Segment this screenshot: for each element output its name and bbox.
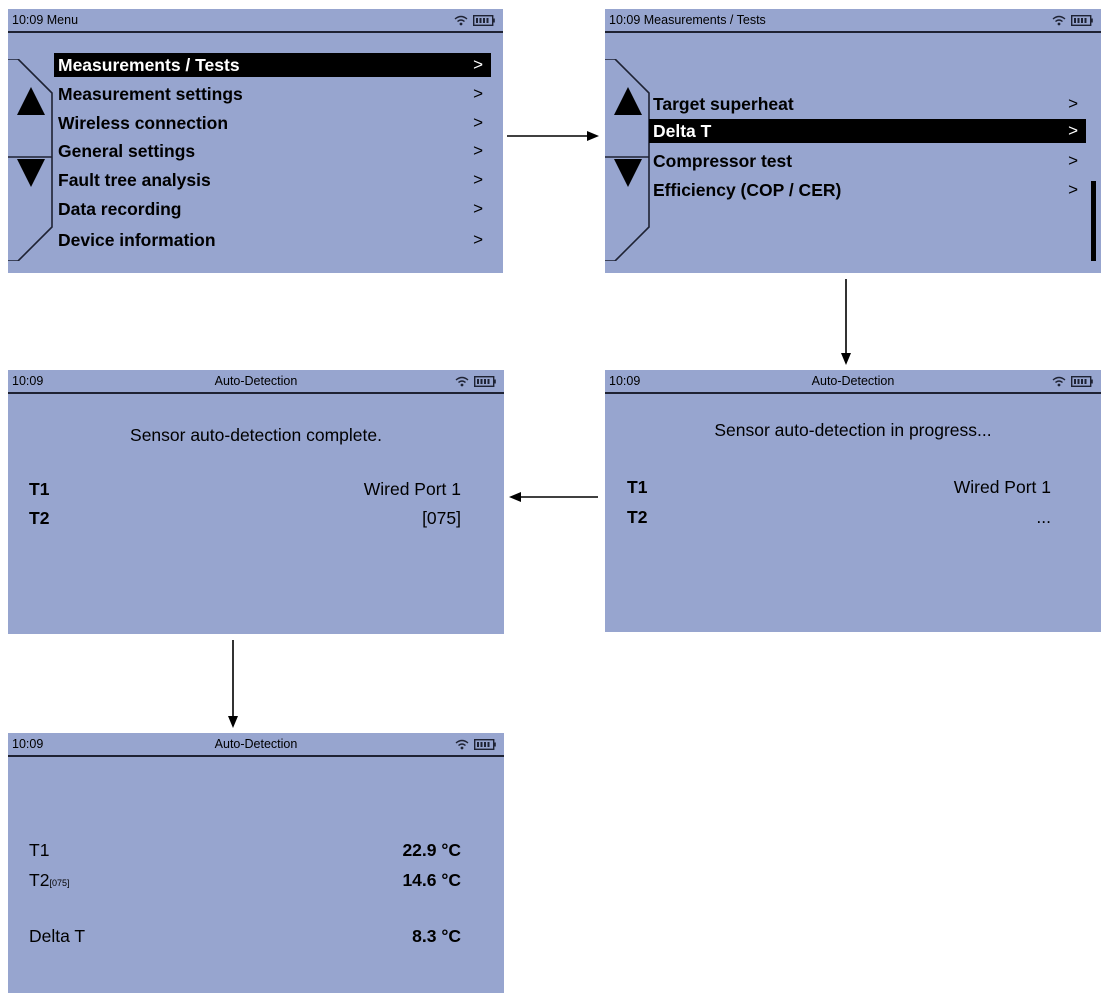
chevron-right-icon: > xyxy=(473,199,483,218)
measurement-value-delta-t: 8.3 °C xyxy=(412,926,461,946)
screen-title: Auto-Detection xyxy=(214,374,298,388)
results-screen: 10:09 Auto-Detection T1 22.9 °C T2[075] … xyxy=(8,733,504,993)
wifi-icon xyxy=(454,15,468,25)
menu-item-measurement-settings[interactable]: Measurement settings > xyxy=(54,82,491,106)
menu-item-delta-t[interactable]: Delta T > xyxy=(649,119,1086,143)
menu-item-label: Wireless connection xyxy=(58,113,229,133)
detect-complete-screen: 10:09 Auto-Detection Sensor auto-detecti… xyxy=(8,370,504,634)
measurement-label-t2: T2[075] xyxy=(29,870,69,891)
screen-title: Menu xyxy=(46,13,79,27)
status-title: 10:09 Measurements / Tests xyxy=(609,9,766,31)
menu-item-device-information[interactable]: Device information > xyxy=(54,228,491,252)
screen-title: Auto-Detection xyxy=(214,737,298,751)
status-time: 10:09 xyxy=(12,13,44,27)
chevron-right-icon: > xyxy=(473,113,483,132)
measurement-label-text: Delta T xyxy=(29,926,86,946)
chevron-right-icon: > xyxy=(1068,121,1078,140)
menu-item-compressor-test[interactable]: Compressor test > xyxy=(649,149,1086,173)
down-arrow-icon[interactable] xyxy=(14,137,48,215)
screen-title: Measurements / Tests xyxy=(643,13,766,27)
chevron-right-icon: > xyxy=(473,84,483,103)
status-icons xyxy=(454,14,495,26)
menu-item-efficiency[interactable]: Efficiency (COP / CER) > xyxy=(649,178,1086,202)
status-bar: 10:09 Auto-Detection xyxy=(8,733,504,757)
wifi-icon xyxy=(455,739,469,749)
flow-arrow-down xyxy=(228,640,238,728)
menu-item-measurements-tests[interactable]: Measurements / Tests > xyxy=(54,53,491,77)
menu-item-label: Delta T xyxy=(653,121,712,141)
status-time: 10:09 xyxy=(609,13,641,27)
tests-screen: 10:09 Measurements / Tests Target superh… xyxy=(605,9,1101,273)
status-icons xyxy=(455,375,496,387)
chevron-right-icon: > xyxy=(1068,94,1078,113)
menu-item-label: Efficiency (COP / CER) xyxy=(653,180,842,200)
menu-item-label: Target superheat xyxy=(653,94,794,114)
sensor-label-t2: T2 xyxy=(627,507,648,527)
battery-icon xyxy=(1071,375,1093,387)
measurement-value-t2: 14.6 °C xyxy=(402,870,461,890)
measurement-value-t1: 22.9 °C xyxy=(402,840,461,860)
chevron-right-icon: > xyxy=(473,141,483,160)
screen-title: Auto-Detection xyxy=(811,374,895,388)
sensor-value-t2: ... xyxy=(1036,507,1051,527)
status-bar: 10:09 Auto-Detection xyxy=(8,370,504,394)
menu-item-label: Device information xyxy=(58,230,216,250)
menu-item-fault-tree-analysis[interactable]: Fault tree analysis > xyxy=(54,168,491,192)
sensor-value-t1: Wired Port 1 xyxy=(953,477,1051,497)
detect-progress-screen: 10:09 Auto-Detection Sensor auto-detecti… xyxy=(605,370,1101,632)
status-icons xyxy=(455,738,496,750)
menu-item-label: Measurements / Tests xyxy=(58,55,240,75)
menu-item-label: Compressor test xyxy=(653,151,793,171)
measurement-sub: [075] xyxy=(49,878,70,888)
chevron-right-icon: > xyxy=(473,170,483,189)
battery-icon xyxy=(474,738,496,750)
status-bar: 10:09 Measurements / Tests xyxy=(605,9,1101,33)
sensor-label-t2: T2 xyxy=(29,508,50,528)
menu-item-target-superheat[interactable]: Target superheat > xyxy=(649,92,1086,116)
chevron-right-icon: > xyxy=(473,230,483,249)
status-message: Sensor auto-detection in progress... xyxy=(714,420,992,440)
measurement-label-text: T2 xyxy=(29,870,50,890)
status-message: Sensor auto-detection complete. xyxy=(130,425,382,445)
menu-item-general-settings[interactable]: General settings > xyxy=(54,139,491,163)
wifi-icon xyxy=(1052,15,1066,25)
status-icons xyxy=(1052,14,1093,26)
down-arrow-icon[interactable] xyxy=(611,137,645,215)
wifi-icon xyxy=(1052,376,1066,386)
up-arrow-icon[interactable] xyxy=(611,59,645,137)
status-bar: 10:09 Auto-Detection xyxy=(605,370,1101,394)
flow-arrow-left xyxy=(509,492,598,502)
flow-arrow-right xyxy=(507,131,599,141)
chevron-right-icon: > xyxy=(473,55,483,74)
menu-item-wireless-connection[interactable]: Wireless connection > xyxy=(54,111,491,135)
menu-item-data-recording[interactable]: Data recording > xyxy=(54,197,491,221)
sensor-label-t1: T1 xyxy=(627,477,648,497)
chevron-right-icon: > xyxy=(1068,151,1078,170)
menu-item-label: Data recording xyxy=(58,199,182,219)
measurement-label-delta-t: Delta T xyxy=(29,926,85,947)
battery-icon xyxy=(474,375,496,387)
chevron-right-icon: > xyxy=(1068,180,1078,199)
status-bar: 10:09 Menu xyxy=(8,9,503,33)
sensor-label-t1: T1 xyxy=(29,479,50,499)
sensor-value-t2: [075] xyxy=(422,508,461,528)
menu-item-label: General settings xyxy=(58,141,196,161)
menu-item-label: Fault tree analysis xyxy=(58,170,211,190)
battery-icon xyxy=(1071,14,1093,26)
up-arrow-icon[interactable] xyxy=(14,59,48,137)
measurement-label-t1: T1 xyxy=(29,840,49,861)
menu-item-label: Measurement settings xyxy=(58,84,243,104)
status-title: 10:09 Menu xyxy=(12,9,78,31)
battery-icon xyxy=(473,14,495,26)
measurement-label-text: T1 xyxy=(29,840,50,860)
scrollbar[interactable] xyxy=(1091,181,1096,261)
menu-screen: 10:09 Menu Measurements / Tests > Measure… xyxy=(8,9,503,273)
status-icons xyxy=(1052,375,1093,387)
wifi-icon xyxy=(455,376,469,386)
flow-arrow-down xyxy=(841,279,851,365)
sensor-value-t1: Wired Port 1 xyxy=(363,479,461,499)
